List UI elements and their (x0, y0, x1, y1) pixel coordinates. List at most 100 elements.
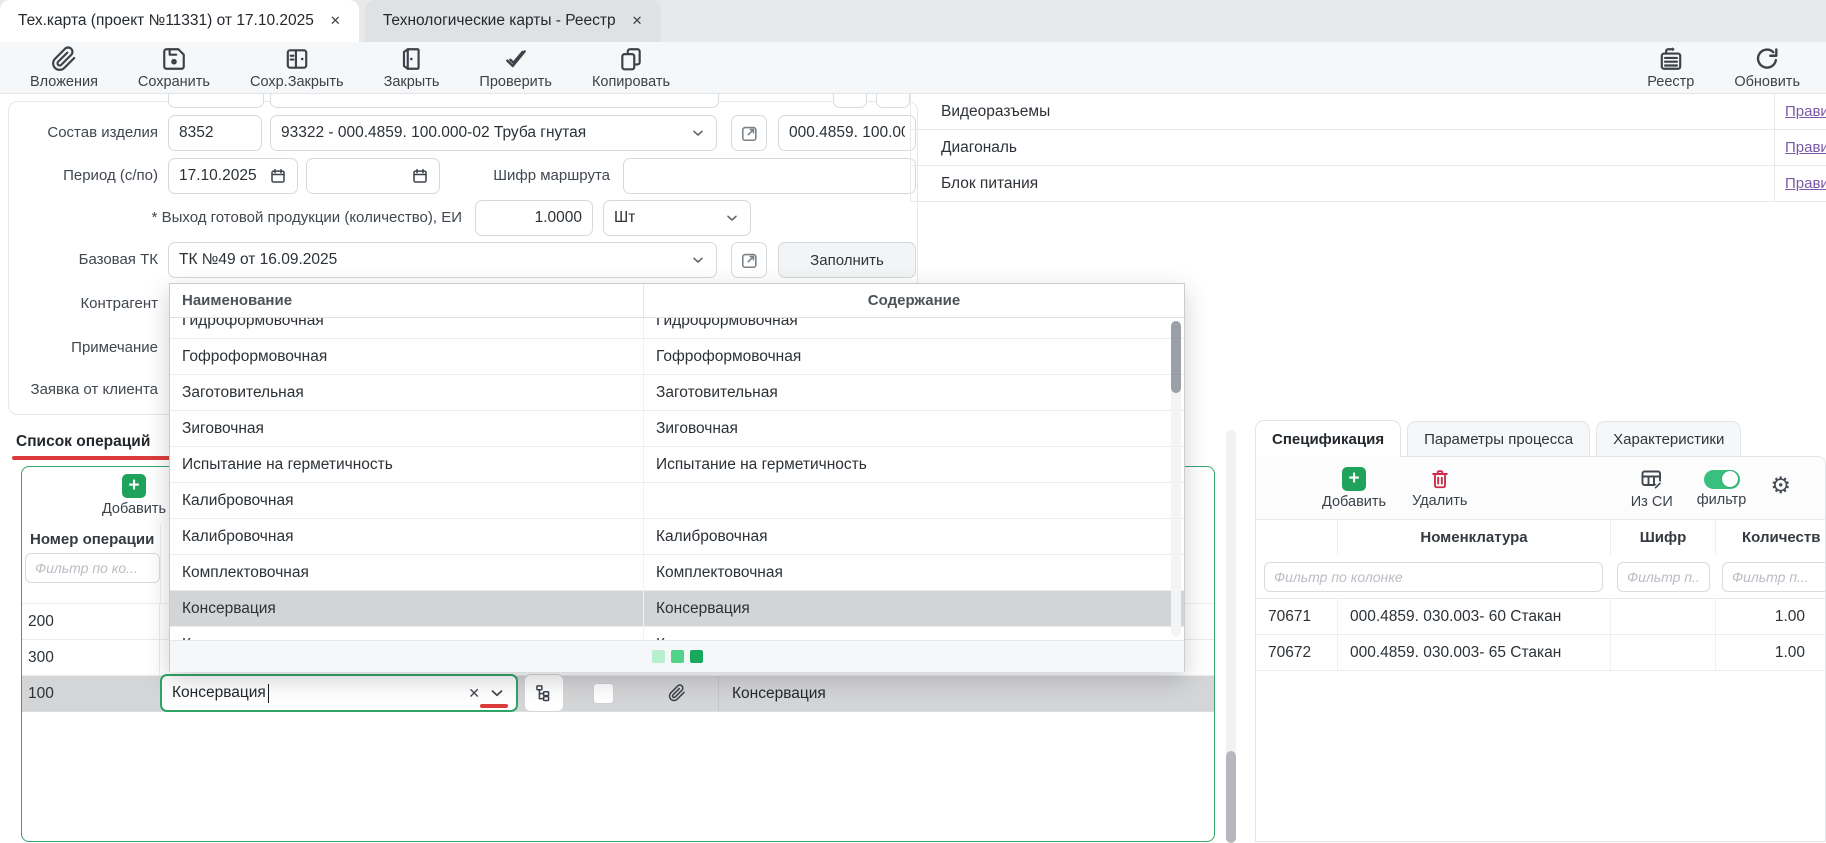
option-content (644, 483, 1184, 518)
operation-name-cell: Консервация (732, 676, 826, 711)
option-content: Испытание на герметичность (644, 447, 1184, 482)
tab-operations-list[interactable]: Список операций (16, 433, 150, 451)
vertical-scrollbar-thumb[interactable] (1226, 751, 1236, 843)
dropdown-option[interactable]: Заготовительная Заготовительная (170, 375, 1184, 411)
close-icon[interactable]: ✕ (330, 13, 341, 29)
plus-icon: + (1342, 467, 1366, 491)
characteristic-row[interactable]: Блок питания Прави (910, 166, 1826, 202)
chevron-down-icon (690, 252, 706, 268)
operation-row-selected[interactable]: 100 Консервация ✕ Консервация (22, 676, 1214, 712)
add-operation-button[interactable]: + Добавить (94, 474, 174, 517)
open-product-button[interactable] (731, 115, 767, 151)
specification-row[interactable]: 70671 000.4859. 030.003- 60 Стакан 1.00 (1256, 599, 1825, 635)
from-si-button[interactable]: Из СИ (1631, 467, 1673, 510)
operations-filter-input[interactable] (25, 553, 160, 583)
clipped-button (833, 94, 867, 108)
attachments-button[interactable]: Вложения (30, 46, 98, 90)
delete-spec-button[interactable]: Удалить (1412, 468, 1467, 509)
nomenclature-filter-input[interactable] (1264, 562, 1603, 592)
dropdown-option[interactable]: Контрольная Контрольная (170, 627, 1184, 640)
gear-icon[interactable]: ⚙ (1770, 475, 1791, 498)
characteristic-label: Видеоразъемы (911, 103, 1774, 121)
chevron-down-icon[interactable] (488, 684, 506, 702)
period-from-field[interactable]: 17.10.2025 (168, 158, 298, 194)
dropdown-rows: Гидроформовочная Гидроформовочная Гофроф… (170, 318, 1184, 640)
copy-button[interactable]: Копировать (592, 46, 670, 90)
filter-toggle[interactable]: фильтр (1697, 467, 1747, 508)
row-checkbox[interactable] (593, 683, 614, 704)
dropdown-option[interactable]: Зиговочная Зиговочная (170, 411, 1184, 447)
dropdown-scrollbar-thumb[interactable] (1171, 321, 1181, 393)
tab-techcard-label: Тех.карта (проект №11331) от 17.10.2025 (18, 12, 314, 30)
dropdown-option[interactable]: Калибровочная Калибровочная (170, 519, 1184, 555)
registry-button[interactable]: Реестр (1647, 46, 1694, 90)
tab-registry[interactable]: Технологические карты - Реестр ✕ (365, 0, 661, 42)
quantity-filter-input[interactable] (1722, 562, 1826, 592)
edit-link[interactable]: Прави (1785, 175, 1826, 192)
calendar-icon[interactable] (411, 167, 429, 185)
calendar-icon[interactable] (269, 167, 287, 185)
dropdown-option[interactable]: Комплектовочная Комплектовочная (170, 555, 1184, 591)
fill-button[interactable]: Заполнить (778, 242, 916, 278)
active-tab-underline (12, 456, 172, 460)
column-header-cipher[interactable]: Шифр (1611, 520, 1716, 555)
edit-link[interactable]: Прави (1785, 139, 1826, 156)
operation-number: 300 (22, 640, 160, 675)
save-close-button[interactable]: Сохр.Закрыть (250, 46, 344, 90)
output-unit-select[interactable]: Шт (603, 200, 751, 236)
tab-characteristics[interactable]: Характеристики (1596, 421, 1741, 457)
form-row-product: Состав изделия 8352 93322 - 000.4859. 10… (0, 115, 930, 151)
operation-number: 200 (22, 604, 160, 639)
toggle-on-icon[interactable] (1704, 470, 1740, 489)
column-header-content[interactable]: Содержание (644, 284, 1184, 317)
column-header-quantity[interactable]: Количеств (1716, 520, 1825, 555)
open-base-tk-button[interactable] (731, 242, 767, 278)
form-row-output: * Выход готовой продукции (количество), … (0, 200, 930, 236)
clipped-field (270, 94, 719, 108)
tab-specification[interactable]: Спецификация (1255, 420, 1401, 457)
specification-card: + Добавить Удалить Из СИ (1255, 456, 1826, 842)
spec-row-cipher (1611, 635, 1716, 670)
tab-bar: Тех.карта (проект №11331) от 17.10.2025 … (0, 0, 1826, 42)
cipher-filter-input[interactable] (1617, 562, 1710, 592)
product-label: Состав изделия (0, 115, 158, 151)
specification-row[interactable]: 70672 000.4859. 030.003- 65 Стакан 1.00 (1256, 635, 1825, 671)
clear-icon[interactable]: ✕ (460, 685, 488, 702)
product-ref-field[interactable]: 000.4859. 100.00 (778, 115, 916, 151)
tab-process-params[interactable]: Параметры процесса (1407, 421, 1590, 457)
base-tk-select[interactable]: ТК №49 от 16.09.2025 (168, 242, 717, 278)
route-input[interactable] (623, 158, 916, 194)
dropdown-option[interactable]: Калибровочная (170, 483, 1184, 519)
period-to-field[interactable] (306, 158, 440, 194)
tab-techcard[interactable]: Тех.карта (проект №11331) от 17.10.2025 … (0, 0, 359, 42)
column-header-name[interactable]: Наименование (170, 284, 644, 317)
period-label: Период (с/по) (0, 158, 158, 194)
cell-divider (718, 676, 719, 711)
column-header-nomenclature[interactable]: Номенклатура (1338, 520, 1611, 555)
dropdown-option[interactable]: Испытание на герметичность Испытание на … (170, 447, 1184, 483)
add-spec-button[interactable]: + Добавить (1322, 467, 1386, 510)
product-select[interactable]: 93322 - 000.4859. 100.000-02 Труба гнута… (270, 115, 717, 151)
dropdown-option[interactable]: Гидроформовочная Гидроформовочная (170, 318, 1184, 339)
characteristic-row[interactable]: Диагональ Прави (910, 130, 1826, 166)
close-document-button[interactable]: Закрыть (384, 46, 440, 90)
dropdown-option[interactable]: Гофроформовочная Гофроформовочная (170, 339, 1184, 375)
loader-square (690, 650, 703, 663)
close-icon[interactable]: ✕ (632, 13, 643, 29)
verify-button[interactable]: Проверить (479, 46, 552, 90)
save-button[interactable]: Сохранить (138, 46, 210, 90)
route-label: Шифр маршрута (450, 158, 610, 194)
characteristic-row[interactable]: Видеоразъемы Прави (910, 94, 1826, 130)
chevron-down-icon (690, 125, 706, 141)
verify-label: Проверить (479, 74, 552, 90)
hierarchy-button[interactable] (524, 674, 564, 712)
product-code-field[interactable]: 8352 (168, 115, 262, 151)
save-icon (161, 46, 187, 72)
output-qty-field[interactable]: 1.0000 (475, 200, 593, 236)
specification-toolbar: + Добавить Удалить Из СИ (1256, 457, 1825, 520)
edit-link[interactable]: Прави (1785, 103, 1826, 120)
specification-filter-row (1256, 555, 1825, 599)
operation-combobox[interactable]: Консервация ✕ (160, 674, 518, 712)
dropdown-option[interactable]: Консервация Консервация (170, 591, 1184, 627)
refresh-button[interactable]: Обновить (1734, 46, 1800, 90)
